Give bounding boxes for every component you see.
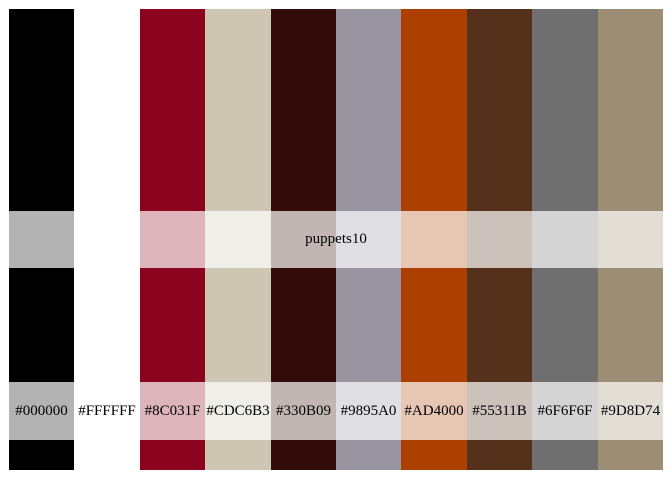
palette-name: puppets10 bbox=[305, 231, 367, 247]
hex-label: #9D8D74 bbox=[600, 402, 661, 419]
hex-label: #AD4000 bbox=[404, 402, 464, 419]
hex-label: #9895A0 bbox=[340, 402, 397, 419]
hex-label: #6F6F6F bbox=[537, 402, 593, 419]
hex-label: #FFFFFF bbox=[78, 402, 136, 419]
hex-label: #000000 bbox=[15, 402, 68, 419]
hex-label: #CDC6B3 bbox=[206, 402, 270, 419]
hex-label: #8C031F bbox=[144, 402, 201, 419]
hex-label: #330B09 bbox=[275, 402, 331, 419]
palette-strip: puppets10 #000000 #FFFFFF #8C031F #CDC6B3 #3… bbox=[9, 9, 663, 470]
hex-label: #55311B bbox=[472, 402, 527, 419]
